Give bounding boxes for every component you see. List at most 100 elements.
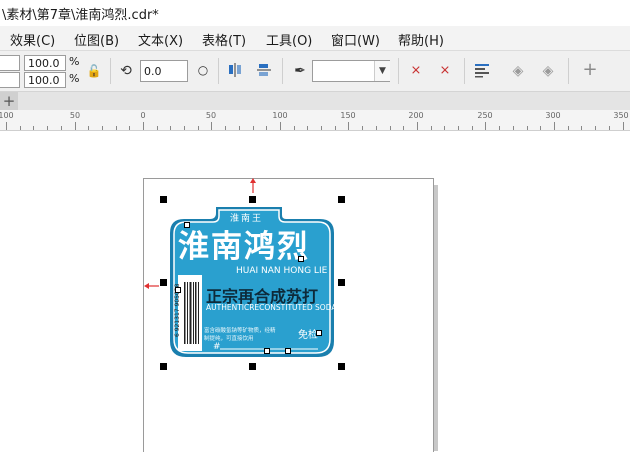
selection-handle-middle-left[interactable] [160,279,167,286]
menu-text[interactable]: 文本(X) [138,30,183,49]
ruler-tick [116,126,117,130]
selection-handle-top-center[interactable] [249,196,256,203]
ruler-tick [47,126,48,130]
selection-handle-bottom-left[interactable] [160,363,167,370]
add-document-icon[interactable]: + [0,92,18,110]
mirror-vertical-icon[interactable] [254,61,274,81]
mirror-horizontal-icon[interactable] [225,61,245,81]
ruler-tick [444,126,445,130]
to-front-icon[interactable]: ◈ [508,61,528,81]
to-back-icon[interactable]: ◈ [538,61,558,81]
guide-arrow-left-icon [144,279,160,289]
ruler-tick [527,126,528,130]
ruler-label: 250 [477,111,493,120]
property-bar: 100.0 100.0 % % 🔓 ⟲ 0.0 ○ ✒ ▼ ⨯ ⨯ ◈ ◈ + [0,51,630,92]
ruler-tick [540,126,541,130]
ruler-tick [403,126,404,130]
path-node[interactable] [184,222,190,228]
guide-arrow-up-icon [249,178,257,194]
ruler-tick [170,126,171,130]
ruler-tick [198,126,199,130]
ruler-tick [225,126,226,130]
break-apart-icon[interactable]: ⨯ [406,61,426,81]
ruler-tick [157,126,158,130]
menu-help[interactable]: 帮助(H) [398,30,444,49]
ruler-tick [143,122,144,130]
add-icon[interactable]: + [580,60,600,80]
selection-handle-bottom-center[interactable] [249,363,256,370]
ruler-tick [348,122,349,130]
label-pinyin: HUAI NAN HONG LIE [236,266,328,276]
ungroup-icon[interactable]: ⨯ [435,61,455,81]
separator [218,58,219,84]
ruler-label: 50 [69,111,81,120]
path-node[interactable] [264,348,270,354]
ruler-label: 300 [545,111,561,120]
ruler-tick [321,126,322,130]
separator [398,58,399,84]
label-artwork[interactable]: 淮南王 淮南鸿烈 HUAI NAN HONG LIE 正宗再合成苏打 AUTHE… [170,207,336,362]
ruler-tick [609,126,610,130]
label-hash: # [213,342,221,352]
menu-table[interactable]: 表格(T) [202,30,246,49]
ruler-tick [239,126,240,130]
ruler-tick [184,126,185,130]
ruler-tick [362,126,363,130]
document-tab-strip [0,92,630,110]
selection-handle-top-left[interactable] [160,196,167,203]
chevron-down-icon[interactable]: ▼ [374,61,390,81]
label-note: 免检 [298,330,318,341]
selection-handle-middle-right[interactable] [338,279,345,286]
lock-ratio-icon[interactable]: 🔓 [84,61,104,81]
separator [568,58,569,84]
ruler-tick [102,126,103,130]
scale-y-unit: % [69,72,80,85]
separator [464,58,465,84]
ruler-tick [294,126,295,130]
selection-handle-bottom-right[interactable] [338,363,345,370]
separator [110,58,111,84]
outline-pen-icon[interactable]: ✒ [290,61,310,81]
ruler-tick [266,126,267,130]
path-node[interactable] [298,256,304,262]
ruler-tick [568,126,569,130]
scale-x-field[interactable]: 100.0 [24,55,66,71]
selection-handle-top-right[interactable] [338,196,345,203]
rotate-icon: ⟲ [120,63,132,79]
degree-icon: ○ [197,63,209,77]
ruler-tick [129,126,130,130]
label-title: 淮南鸿烈 [178,229,310,265]
label-brand-small: 淮南王 [230,214,264,224]
rotation-field[interactable]: 0.0 [140,60,188,82]
position-x-field[interactable] [0,55,20,71]
ruler-tick [623,122,624,130]
path-node[interactable] [175,287,181,293]
menu-bitmaps[interactable]: 位图(B) [74,30,119,49]
separator [282,58,283,84]
path-node[interactable] [316,330,322,336]
scale-y-field[interactable]: 100.0 [24,72,66,88]
ruler-label: 0 [140,111,146,120]
ruler-tick [595,126,596,130]
label-description: 富含碳酸氢钠等矿物质，经精制提纯，可直接饮用 [204,328,276,342]
menu-tools[interactable]: 工具(O) [266,30,312,49]
ruler-tick [33,126,34,130]
ruler-tick [581,126,582,130]
ruler-tick [307,126,308,130]
scale-x-unit: % [69,55,80,68]
position-y-field[interactable] [0,72,20,88]
text-wrap-icon[interactable] [472,61,492,81]
ruler-label: 200 [408,111,424,120]
menu-effects[interactable]: 效果(C) [10,30,55,49]
ruler-tick [472,126,473,130]
ruler-tick [499,126,500,130]
menu-window[interactable]: 窗口(W) [331,30,380,49]
path-node[interactable] [285,348,291,354]
ruler-tick [554,122,555,130]
ruler-label: 100 [0,111,14,120]
ruler-tick [513,126,514,130]
ruler-tick [335,126,336,130]
menu-bar: 效果(C) 位图(B) 文本(X) 表格(T) 工具(O) 窗口(W) 帮助(H… [0,26,630,51]
ruler-tick [431,126,432,130]
ruler-tick [20,126,21,130]
